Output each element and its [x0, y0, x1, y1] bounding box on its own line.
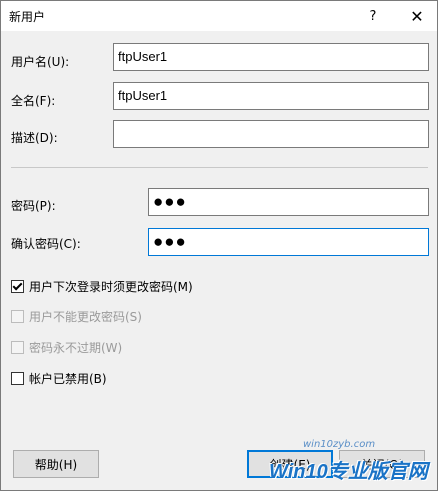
confirm-password-label: 确认密码(C): [11, 237, 81, 251]
window-title: 新用户 [9, 10, 46, 24]
fullname-field[interactable]: ftpUser1 [113, 82, 429, 110]
description-field[interactable] [113, 120, 429, 148]
title-bar: 新用户 ? ✕ [1, 1, 437, 31]
password-never-expires-checkbox [11, 341, 24, 354]
cannot-change-password-label: 用户不能更改密码(S) [29, 310, 142, 324]
username-label: 用户名(U): [11, 55, 70, 69]
password-never-expires-label: 密码永不过期(W) [29, 341, 123, 355]
watermark-logo: Win10专业版官网 [269, 461, 428, 483]
account-disabled-option[interactable]: 帐户已禁用(B) [11, 370, 107, 387]
help-button[interactable]: 帮助(H) [13, 450, 99, 478]
password-never-expires-option: 密码永不过期(W) [11, 339, 122, 356]
username-field[interactable]: ftpUser1 [113, 43, 429, 71]
password-label: 密码(P): [11, 199, 56, 213]
section-divider [11, 167, 428, 168]
watermark-url: win10zyb.com [303, 439, 376, 450]
close-icon[interactable]: ✕ [399, 1, 435, 31]
account-disabled-checkbox[interactable] [11, 372, 24, 385]
must-change-password-option[interactable]: 用户下次登录时须更改密码(M) [11, 278, 193, 295]
cannot-change-password-option: 用户不能更改密码(S) [11, 308, 142, 325]
new-user-dialog: 新用户 ? ✕ 用户名(U): ftpUser1 全名(F): ftpUser1… [0, 0, 438, 491]
description-label: 描述(D): [11, 131, 58, 145]
must-change-password-label: 用户下次登录时须更改密码(M) [29, 280, 193, 294]
password-field[interactable]: ●●● [148, 188, 429, 216]
account-disabled-label: 帐户已禁用(B) [29, 372, 107, 386]
fullname-label: 全名(F): [11, 94, 56, 108]
must-change-password-checkbox[interactable] [11, 280, 24, 293]
confirm-password-field[interactable]: ●●● [148, 228, 429, 256]
help-icon[interactable]: ? [355, 1, 391, 31]
cannot-change-password-checkbox [11, 310, 24, 323]
